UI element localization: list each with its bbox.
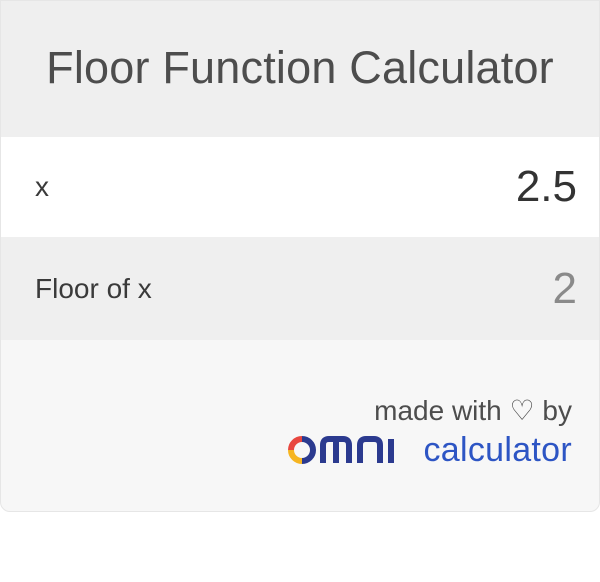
result-label-floor: Floor of x [35, 272, 152, 304]
x-input[interactable] [417, 162, 577, 212]
brand-wordmark: calculator [423, 431, 572, 469]
omni-logo-icon [285, 433, 409, 467]
result-row-floor: Floor of x 2 [1, 237, 599, 340]
calculator-widget: Floor Function Calculator x Floor of x 2… [0, 0, 600, 512]
calculator-header: Floor Function Calculator [1, 1, 599, 137]
input-label-x: x [35, 171, 49, 202]
made-with-text: made with ♡ by [374, 395, 572, 426]
input-row-x: x [1, 137, 599, 237]
page-title: Floor Function Calculator [46, 42, 554, 93]
attribution: made with ♡ by calculator [285, 394, 572, 468]
floor-result-value: 2 [552, 263, 577, 313]
omni-calculator-link[interactable]: calculator [285, 432, 572, 468]
